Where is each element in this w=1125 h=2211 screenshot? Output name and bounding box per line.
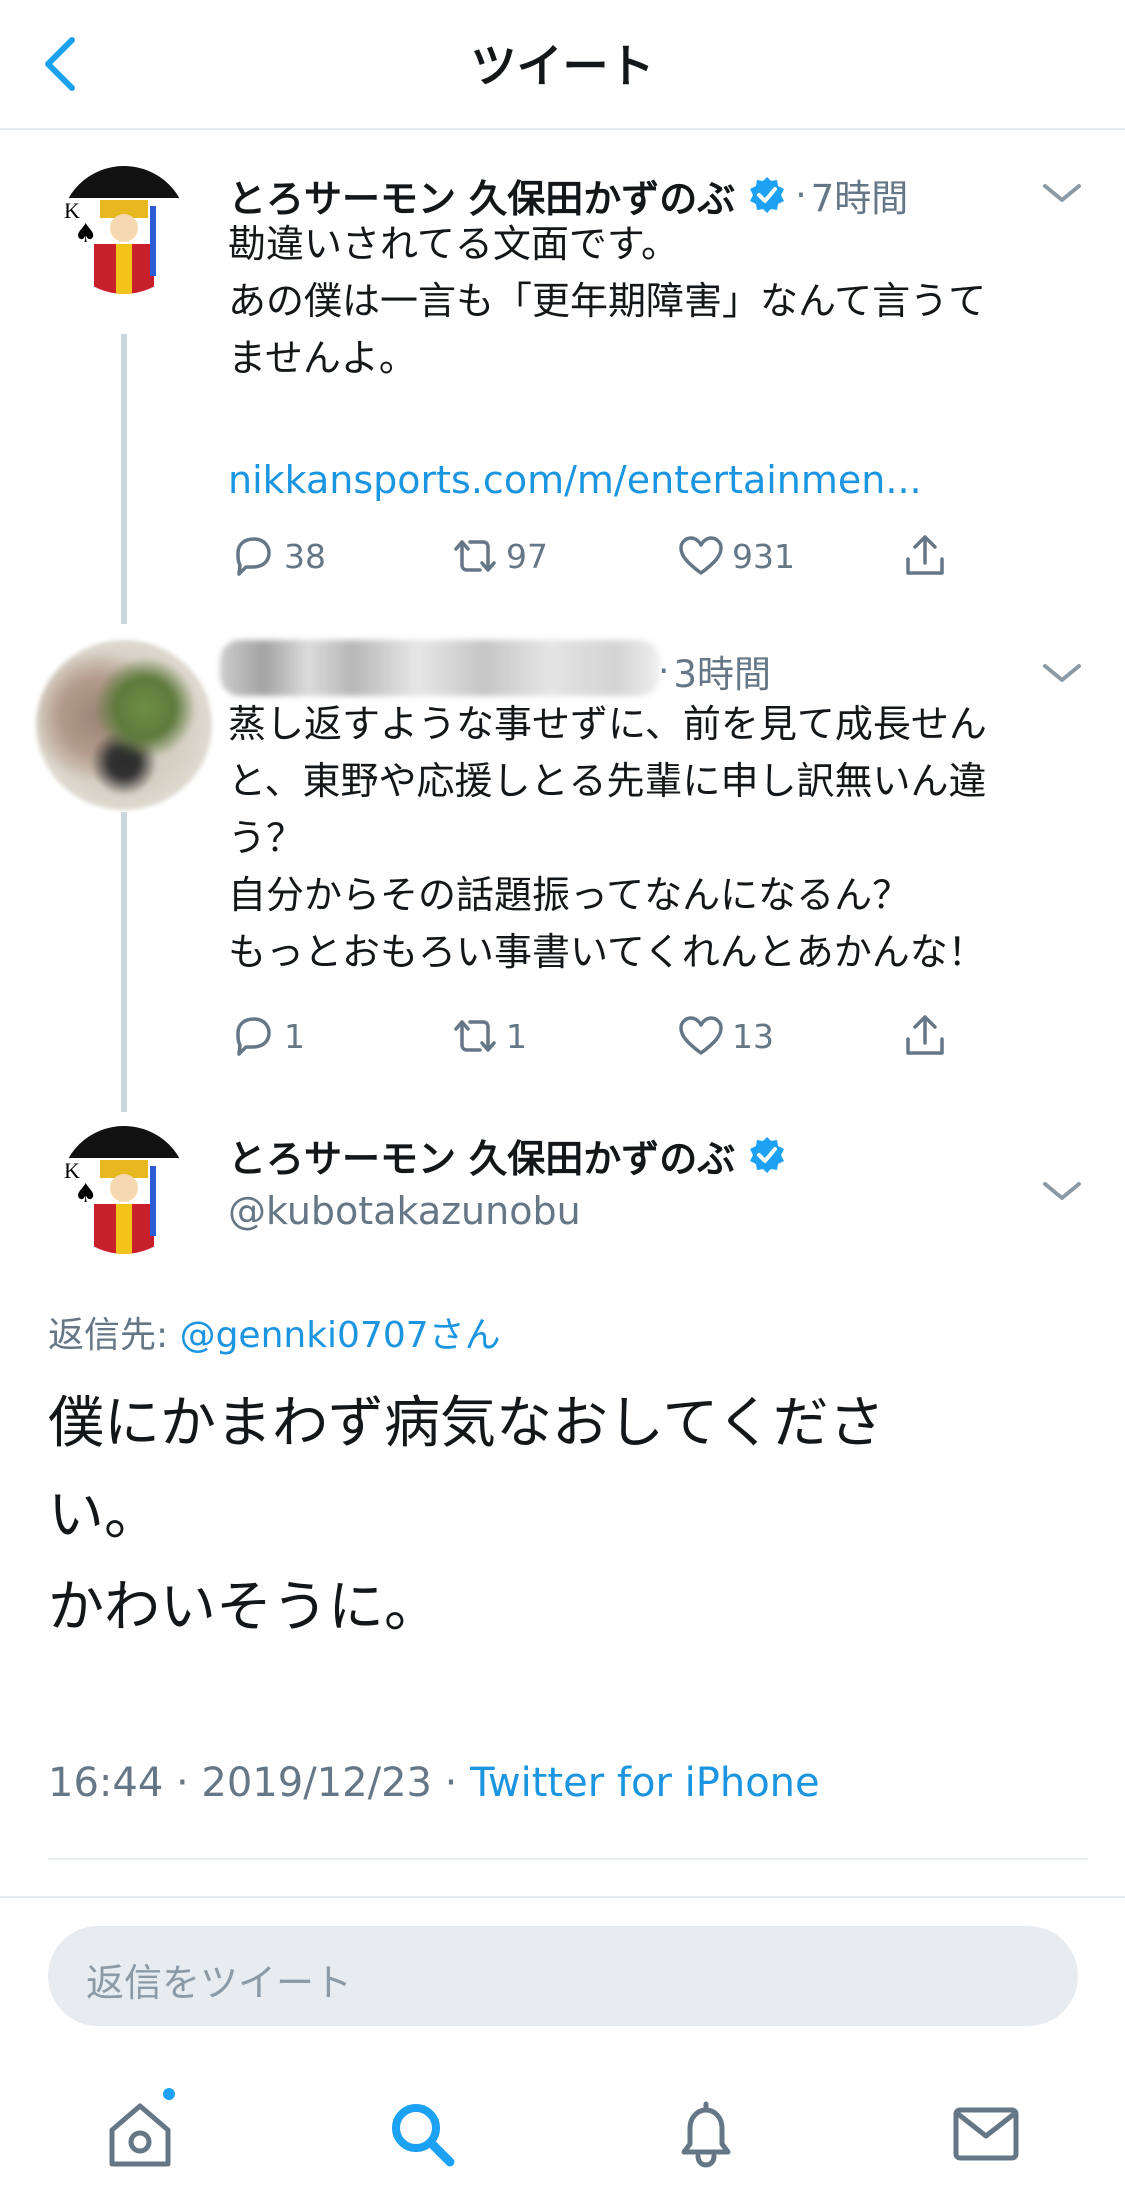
- like-button[interactable]: 13: [676, 1006, 774, 1066]
- tweet-link[interactable]: nikkansports.com/m/entertainmen...: [228, 452, 1088, 509]
- like-button[interactable]: 931: [676, 526, 795, 586]
- reply-count: 1: [284, 1016, 305, 1056]
- thread-tweet-1[interactable]: K ♠ とろサーモン 久保田かずのぶ · 7時間 勘違いされてる文面です。 あの…: [0, 160, 1125, 624]
- source-link[interactable]: Twitter for iPhone: [470, 1760, 820, 1806]
- tweet-actions: 1 1 13: [228, 1006, 1048, 1066]
- avatar[interactable]: K ♠: [60, 166, 188, 294]
- top-navigation-bar: ツイート: [0, 0, 1125, 130]
- tweet-time[interactable]: 7時間: [811, 168, 909, 222]
- share-icon: [906, 535, 944, 575]
- tweet-header: とろサーモン 久保田かずのぶ: [228, 1124, 787, 1186]
- retweet-count: 97: [506, 536, 548, 576]
- tweet-text: 蒸し返すような事せずに、前を見て成長せん と、東野や応援しとる先輩に申し訳無いん…: [228, 702, 987, 974]
- like-count: 13: [732, 1016, 774, 1056]
- like-count: 931: [732, 536, 795, 576]
- retweet-button[interactable]: 97: [450, 526, 548, 586]
- tab-notifications[interactable]: [666, 2094, 746, 2174]
- user-handle[interactable]: @kubotakazunobu: [228, 1180, 581, 1242]
- reply-icon: [236, 537, 271, 576]
- retweet-count: 1: [506, 1016, 527, 1056]
- timestamp: 16:44 · 2019/12/23 ·: [48, 1760, 471, 1806]
- tweet-metadata: 16:44 · 2019/12/23 · Twitter for iPhone: [48, 1760, 820, 1806]
- reply-context: 返信先: @gennki0707さん: [48, 1306, 501, 1358]
- blurred-avatar[interactable]: [36, 640, 212, 810]
- thread-connector: [121, 334, 127, 624]
- chevron-down-icon[interactable]: [1039, 1176, 1085, 1206]
- separator-dot: ·: [658, 650, 670, 692]
- notifications-icon: [681, 2101, 731, 2168]
- display-name[interactable]: とろサーモン 久保田かずのぶ: [228, 1128, 735, 1183]
- tweet-text: 僕にかまわず病気なおしてくださ い。 かわいそうに。: [48, 1391, 885, 1640]
- svg-text:♠: ♠: [74, 219, 97, 249]
- verified-badge-icon: [750, 1137, 785, 1173]
- focused-tweet: K ♠ とろサーモン 久保田かずのぶ @kubotakazunobu 返信先: …: [0, 1120, 1125, 1880]
- thread-tweet-2[interactable]: · 3時間 蒸し返すような事せずに、前を見て成長せん と、東野や応援しとる先輩に…: [0, 640, 1125, 1112]
- bottom-tab-bar: [0, 2054, 1125, 2211]
- reply-to-link[interactable]: @gennki0707さん: [180, 1315, 501, 1356]
- tab-home[interactable]: [100, 2094, 180, 2174]
- messages-icon: [953, 2107, 1019, 2161]
- reply-label: 返信先:: [48, 1315, 180, 1356]
- retweet-icon: [454, 540, 496, 572]
- home-badge-dot: [160, 2085, 178, 2103]
- svg-text:♠: ♠: [74, 1179, 97, 1209]
- thread-connector: [121, 812, 127, 1112]
- chevron-down-icon[interactable]: [1039, 178, 1085, 208]
- home-icon: [109, 2103, 171, 2167]
- reply-input[interactable]: 返信をツイート: [48, 1926, 1078, 2026]
- share-icon: [906, 1015, 944, 1055]
- tab-search[interactable]: [382, 2094, 462, 2174]
- divider: [48, 1858, 1088, 1860]
- tab-messages[interactable]: [946, 2094, 1026, 2174]
- verified-badge-icon: [750, 177, 785, 213]
- page-title: ツイート: [470, 39, 655, 93]
- tweet-header: · 3時間: [650, 640, 771, 702]
- reply-icon: [236, 1017, 271, 1056]
- heart-icon: [679, 1016, 723, 1055]
- separator-dot: ·: [795, 174, 807, 216]
- tweet-time[interactable]: 3時間: [673, 644, 771, 698]
- divider: [0, 1896, 1125, 1898]
- retweet-icon: [454, 1020, 496, 1052]
- avatar[interactable]: K ♠: [60, 1126, 188, 1254]
- search-icon: [392, 2104, 455, 2167]
- blurred-display-name: [220, 640, 660, 696]
- tweet-text: 勘違いされてる文面です。 あの僕は一言も「更年期障害」なんて言うて ませんよ。: [228, 222, 987, 380]
- reply-button[interactable]: 1: [228, 1006, 305, 1066]
- reply-placeholder: 返信をツイート: [86, 1961, 353, 2005]
- tweet-actions: 38 97 931: [228, 526, 1048, 586]
- heart-icon: [679, 536, 723, 575]
- retweet-button[interactable]: 1: [450, 1006, 527, 1066]
- chevron-down-icon[interactable]: [1039, 658, 1085, 688]
- display-name[interactable]: とろサーモン 久保田かずのぶ: [228, 168, 735, 223]
- reply-count: 38: [284, 536, 326, 576]
- reply-button[interactable]: 38: [228, 526, 326, 586]
- share-button[interactable]: [900, 526, 950, 586]
- share-button[interactable]: [900, 1006, 950, 1066]
